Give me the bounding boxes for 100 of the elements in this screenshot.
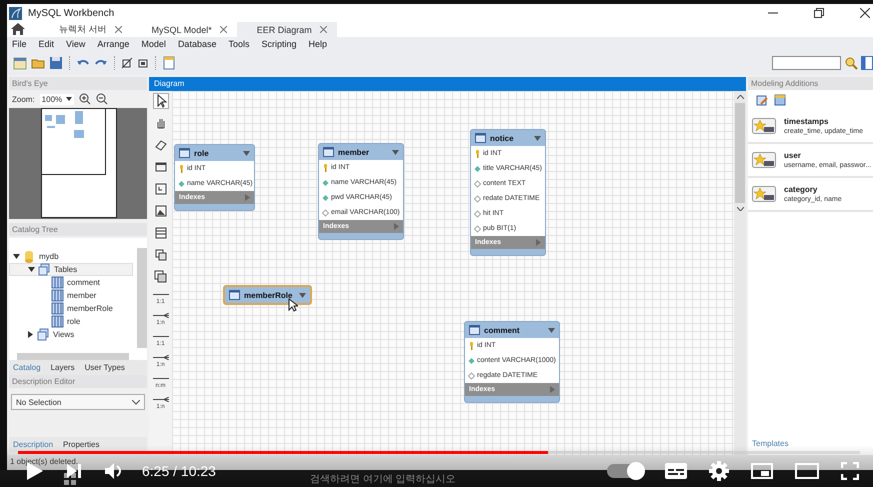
- relationship-line-icon: [152, 376, 168, 381]
- menu-item[interactable]: Model: [141, 39, 166, 49]
- document-tab[interactable]: MySQL Model*: [132, 22, 237, 37]
- document-tab[interactable]: EER Diagram: [236, 22, 337, 37]
- square-slash-icon[interactable]: [121, 57, 133, 69]
- table-name: member: [338, 148, 370, 156]
- table-icon: [323, 147, 334, 157]
- star-table-icon: [752, 186, 776, 202]
- pointer-icon[interactable]: [154, 94, 168, 108]
- star-table-icon: [752, 152, 776, 168]
- menu-item[interactable]: Help: [308, 39, 328, 49]
- panel-header: Modeling Additions: [748, 77, 873, 90]
- folder-icon: [38, 263, 51, 276]
- scrollbar[interactable]: [734, 91, 746, 455]
- tree-item[interactable]: comment: [9, 276, 133, 289]
- volume-icon[interactable]: [104, 462, 124, 480]
- fullscreen-icon[interactable]: [841, 462, 859, 480]
- next-icon[interactable]: [66, 462, 82, 478]
- scrollbar[interactable]: [137, 248, 147, 348]
- caret-icon[interactable]: [243, 150, 250, 156]
- caret-icon[interactable]: [392, 150, 399, 154]
- progress-bar[interactable]: [18, 451, 860, 454]
- key-icon: [322, 164, 329, 172]
- search-field[interactable]: [772, 56, 841, 70]
- window-title: MySQL Workbench: [28, 8, 116, 18]
- menu-item[interactable]: File: [12, 39, 27, 49]
- folder-icon: [37, 328, 50, 341]
- panel-tab[interactable]: User Types: [84, 363, 125, 372]
- panel-toggle-icon[interactable]: [861, 56, 873, 70]
- document-tab[interactable]: 뉴렉처 서버: [39, 22, 132, 37]
- caret-icon[interactable]: [548, 328, 555, 332]
- layer-icon[interactable]: [154, 160, 168, 174]
- panel-tab[interactable]: Properties: [63, 440, 100, 449]
- key-icon: [178, 164, 185, 172]
- restore-icon[interactable]: [814, 8, 824, 18]
- database-icon: [23, 250, 36, 263]
- panel-tab[interactable]: Templates: [748, 437, 873, 450]
- expanded-arrow-icon: [28, 266, 35, 273]
- edit-icon[interactable]: [756, 94, 768, 106]
- tree-item[interactable]: Views: [9, 328, 133, 341]
- caret-icon[interactable]: [534, 136, 541, 140]
- tree-item[interactable]: role: [9, 315, 133, 328]
- panel-tab[interactable]: Layers: [50, 363, 75, 372]
- menu-item[interactable]: Tools: [228, 39, 250, 49]
- image-icon[interactable]: [154, 204, 168, 218]
- filled-diamond-icon: [178, 180, 185, 188]
- menu-item[interactable]: Arrange: [97, 39, 130, 49]
- panel-header: Description Editor: [9, 375, 147, 388]
- table-name: comment: [484, 326, 521, 334]
- expanded-arrow-icon: [13, 253, 20, 260]
- save-icon[interactable]: [49, 56, 63, 70]
- panel-tab[interactable]: Catalog: [13, 363, 41, 372]
- panel-tab[interactable]: Description: [13, 440, 54, 449]
- menu-item[interactable]: View: [66, 39, 86, 49]
- miniplayer-icon[interactable]: [751, 462, 773, 478]
- app-logo-icon: [9, 6, 22, 20]
- view-icon[interactable]: [154, 248, 168, 262]
- settings-icon[interactable]: [709, 460, 729, 480]
- menu-item[interactable]: Edit: [38, 39, 54, 49]
- caret-icon[interactable]: [299, 292, 306, 298]
- selection-dropdown[interactable]: No Selection: [11, 394, 145, 410]
- close-icon[interactable]: [860, 8, 870, 18]
- panel-header: Catalog Tree: [9, 223, 147, 236]
- zoom-out-icon[interactable]: [96, 93, 108, 105]
- menu-item[interactable]: Database: [178, 39, 216, 49]
- table-icon[interactable]: [154, 226, 168, 240]
- new-document-icon[interactable]: [13, 56, 27, 70]
- panel-header: Bird's Eye: [9, 77, 147, 90]
- tree-item[interactable]: mydb: [9, 250, 133, 263]
- autoplay-toggle[interactable]: [607, 464, 643, 478]
- routine-group-icon[interactable]: [154, 270, 168, 284]
- small-window-icon[interactable]: [137, 57, 149, 69]
- relationship-line-icon: [152, 355, 168, 360]
- new-diagram-icon[interactable]: [162, 56, 176, 70]
- table-entity[interactable]: memberRole: [223, 285, 312, 305]
- note-icon[interactable]: [154, 182, 168, 196]
- relationship-line-icon: [152, 313, 168, 318]
- folder-icon[interactable]: [774, 94, 786, 106]
- zoom-dropdown[interactable]: 100%: [40, 94, 74, 104]
- tree-item[interactable]: memberRole: [9, 302, 133, 315]
- tree-item[interactable]: member: [9, 289, 133, 302]
- scrollbar[interactable]: [17, 353, 129, 360]
- table-icon: [179, 148, 190, 158]
- zoom-in-icon[interactable]: [79, 93, 92, 105]
- table-icon: [51, 302, 64, 315]
- eraser-icon[interactable]: [154, 138, 168, 152]
- diagram-header: Diagram: [149, 77, 746, 91]
- scrollbar-thumb[interactable]: [735, 103, 745, 203]
- search-icon[interactable]: [844, 56, 858, 70]
- theater-mode-icon[interactable]: [795, 462, 819, 478]
- table-icon: [51, 276, 64, 289]
- chevron-down-icon: [132, 400, 140, 404]
- subtitles-icon[interactable]: [665, 462, 687, 478]
- filled-diamond-icon: [468, 356, 475, 364]
- menu-item[interactable]: Scripting: [261, 39, 296, 49]
- taskbar-search-field[interactable]: 검색하려면 여기에 입력하십시오: [310, 472, 456, 486]
- relationship-line-icon: [152, 292, 168, 297]
- relationship-line-icon: [152, 334, 168, 339]
- tree-item[interactable]: Tables: [9, 263, 133, 276]
- home-icon[interactable]: [11, 23, 25, 35]
